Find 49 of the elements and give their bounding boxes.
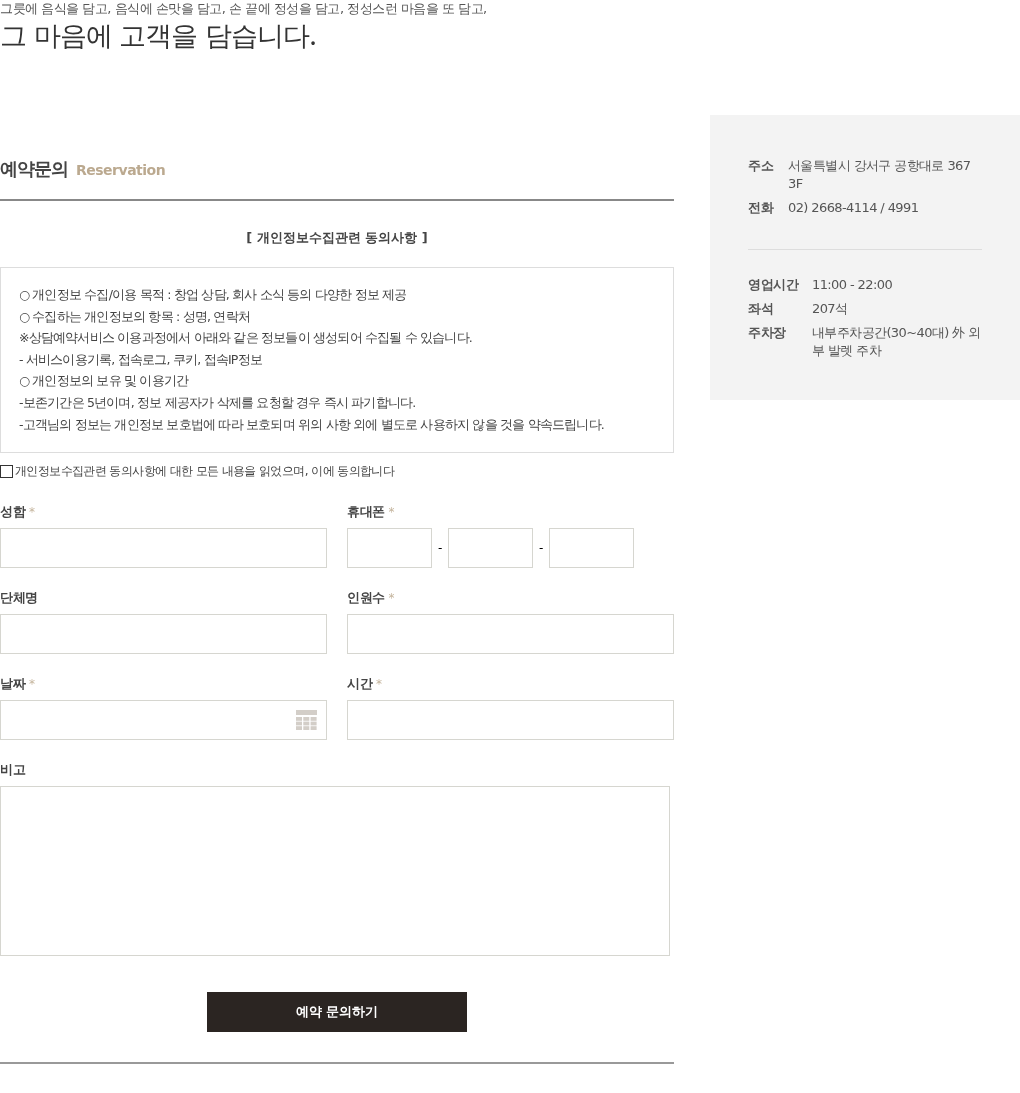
text-input[interactable] [347,700,674,740]
info-value: 207석 [812,300,849,318]
calendar-icon [296,710,317,730]
field-label: 단체명 [0,589,38,607]
info-value: 02) 2668-4114 / 4991 [788,199,920,217]
terms-title: [ 개인정보수집관련 동의사항 ] [245,229,429,247]
phone-input[interactable] [448,528,533,568]
date-input[interactable] [0,700,327,740]
field-label: 시간 [347,675,372,693]
section-title: 예약문의 [0,157,68,181]
terms-line: -고객님의 정보는 개인정보 보호법에 따라 보호되며 위의 사항 외에 별도로 사용하지 않을 것을 약속드립니다. [19,415,605,434]
agree-label: 개인정보수집관련 동의사항에 대한 모든 내용을 읽었으며, 이에 동의합니다 [15,463,395,480]
terms-line: - 서비스이용기록, 접속로그, 쿠키, 접속IP정보 [19,350,263,369]
info-value: 서울특별시 강서구 공항대로 367 3F [788,157,972,193]
agree-checkbox[interactable] [0,465,13,478]
required-mark: * [388,505,395,519]
section-subtitle: Reservation [76,162,166,178]
required-mark: * [376,677,382,691]
info-label: 좌석 [748,300,774,318]
terms-line: ※상담예약서비스 이용과정에서 아래와 같은 정보들이 생성되어 수집될 수 있습니다. [19,329,474,348]
terms-line: ○ 개인정보 수집/이용 목적 : 창업 상담, 회사 소식 등의 다양한 정보 제공 [19,286,408,304]
memo-textarea[interactable] [0,786,670,956]
terms-line: ○ 수집하는 개인정보의 항목 : 성명, 연락처 [19,307,251,326]
field-label: 성함 [0,503,25,521]
required-mark: * [29,677,35,691]
terms-line: -보존기간은 5년이며, 정보 제공자가 삭제를 요청할 경우 즉시 파기합니다. [19,393,417,412]
phone-input[interactable] [347,528,432,568]
info-label: 영업시간 [748,276,800,294]
dash-separator: - [539,541,543,555]
field-label: 비고 [0,761,25,779]
info-value: 내부주차공간(30~40대) 外 외부 발렛 주차 [812,324,982,360]
info-label: 전화 [748,199,775,217]
dash-separator: - [438,541,442,555]
intro-text: 그릇에 음식을 담고, 음식에 손맛을 담고, 손 끝에 정성을 담고, 정성스런 마음을 또 담고, [0,0,488,18]
text-input[interactable] [0,614,327,654]
info-label: 주차장 [748,324,787,342]
terms-line: ○ 개인정보의 보유 및 이용기간 [19,372,190,391]
text-input[interactable] [347,614,674,654]
required-mark: * [29,505,35,519]
field-label: 인원수 [347,589,385,607]
info-label: 주소 [748,157,775,175]
field-label: 휴대폰 [347,503,385,521]
headline: 그 마음에 고객을 담습니다. [0,19,318,53]
field-label: 날짜 [0,675,25,693]
info-value: 11:00 - 22:00 [812,276,894,294]
text-input[interactable] [0,528,327,568]
submit-button[interactable]: 예약 문의하기 [207,992,467,1032]
required-mark: * [388,591,395,605]
phone-input[interactable] [549,528,634,568]
